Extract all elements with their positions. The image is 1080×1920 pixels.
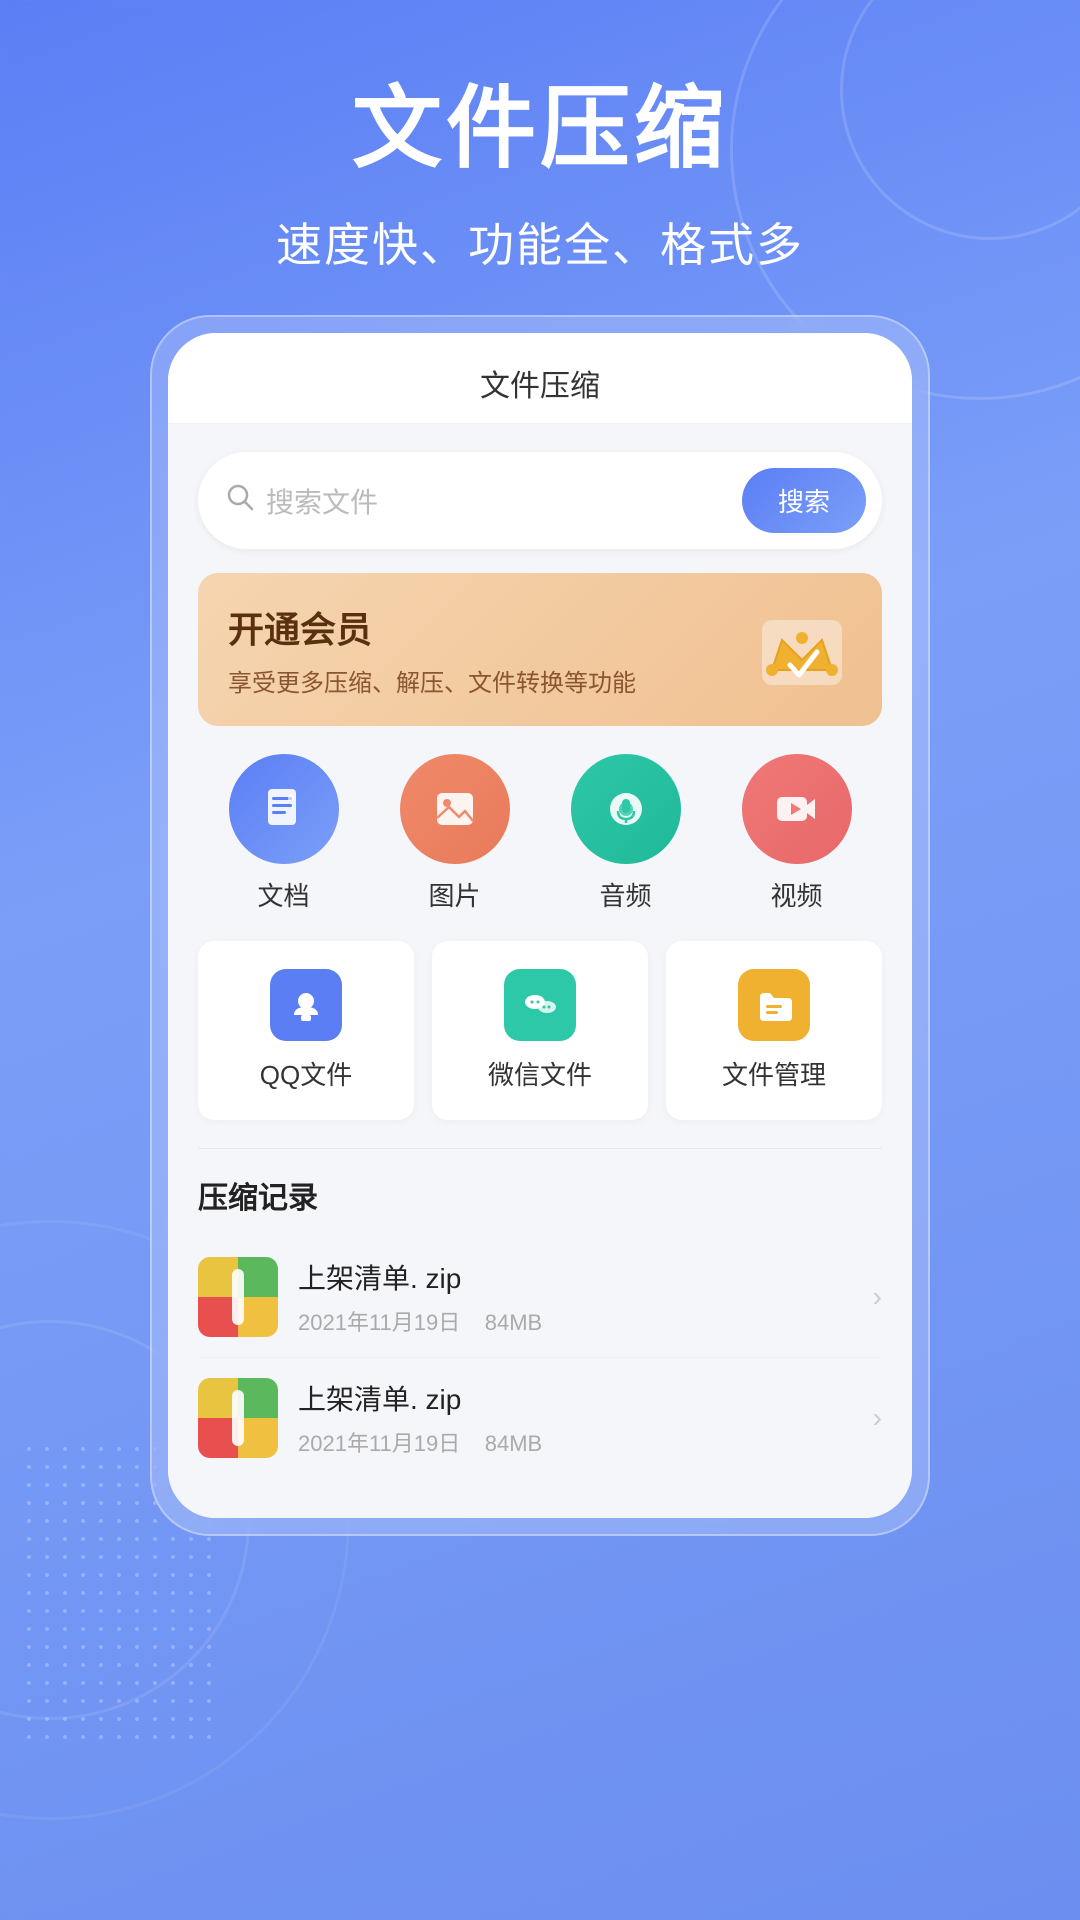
- category-label-img: 图片: [428, 876, 480, 913]
- zip-icon-2: [198, 1378, 278, 1458]
- records-title: 压缩记录: [198, 1173, 882, 1217]
- category-item-video[interactable]: 视频: [742, 754, 852, 913]
- zip-zipper: [232, 1390, 244, 1446]
- record-name-1: 上架清单. zip: [298, 1257, 873, 1297]
- quick-access-row: QQ文件 微信文件: [198, 941, 882, 1120]
- record-date-2: 2021年11月19日: [298, 1431, 460, 1456]
- record-meta-1: 2021年11月19日 84MB: [298, 1305, 873, 1337]
- category-icon-doc: [229, 754, 339, 864]
- zip-zipper: [232, 1269, 244, 1325]
- quick-item-files[interactable]: 文件管理: [666, 941, 882, 1120]
- search-placeholder-text: 搜索文件: [266, 481, 742, 521]
- record-item[interactable]: 上架清单. zip 2021年11月19日 84MB ›: [198, 1237, 882, 1358]
- category-label-doc: 文档: [257, 876, 309, 913]
- record-item[interactable]: 上架清单. zip 2021年11月19日 84MB ›: [198, 1358, 882, 1478]
- quick-icon-wechat: [504, 969, 576, 1041]
- category-row: 文档 图片: [198, 754, 882, 913]
- app-header-title: 文件压缩: [480, 370, 600, 403]
- category-item-img[interactable]: 图片: [400, 754, 510, 913]
- quick-label-wechat: 微信文件: [488, 1055, 592, 1092]
- record-size-2: 84MB: [485, 1431, 542, 1456]
- record-arrow-1: ›: [873, 1281, 882, 1313]
- category-item-doc[interactable]: 文档: [229, 754, 339, 913]
- vip-crown-icon: [752, 600, 852, 700]
- category-item-audio[interactable]: 音频: [571, 754, 681, 913]
- quick-label-files: 文件管理: [722, 1055, 826, 1092]
- record-arrow-2: ›: [873, 1402, 882, 1434]
- records-section: 压缩记录 上架清单: [198, 1173, 882, 1478]
- record-meta-2: 2021年11月19日 84MB: [298, 1426, 873, 1458]
- record-name-2: 上架清单. zip: [298, 1378, 873, 1418]
- search-bar[interactable]: 搜索文件 搜索: [198, 452, 882, 549]
- category-label-audio: 音频: [599, 876, 651, 913]
- quick-item-qq[interactable]: QQ文件: [198, 941, 414, 1120]
- zip-icon-1: [198, 1257, 278, 1337]
- category-icon-img: [400, 754, 510, 864]
- record-info-2: 上架清单. zip 2021年11月19日 84MB: [298, 1378, 873, 1458]
- app-content: 搜索文件 搜索 开通会员 享受更多压缩、解压、文件转换等功能: [168, 424, 912, 1518]
- record-date-1: 2021年11月19日: [298, 1310, 460, 1335]
- page-title: 文件压缩: [0, 80, 1080, 179]
- search-button[interactable]: 搜索: [742, 468, 866, 533]
- vip-banner[interactable]: 开通会员 享受更多压缩、解压、文件转换等功能: [198, 573, 882, 726]
- quick-label-qq: QQ文件: [260, 1055, 352, 1092]
- page-header: 文件压缩 速度快、功能全、格式多: [0, 0, 1080, 315]
- phone-inner: 文件压缩 搜索文件 搜索 开通会员 享受更多压缩、解压、文件转换等功能: [168, 333, 912, 1518]
- category-label-video: 视频: [770, 876, 822, 913]
- quick-item-wechat[interactable]: 微信文件: [432, 941, 648, 1120]
- record-info-1: 上架清单. zip 2021年11月19日 84MB: [298, 1257, 873, 1337]
- app-header-bar: 文件压缩: [168, 333, 912, 424]
- phone-mockup: 文件压缩 搜索文件 搜索 开通会员 享受更多压缩、解压、文件转换等功能: [150, 315, 930, 1536]
- quick-icon-qq: [270, 969, 342, 1041]
- page-subtitle: 速度快、功能全、格式多: [0, 209, 1080, 275]
- section-divider: [198, 1148, 882, 1149]
- category-icon-video: [742, 754, 852, 864]
- category-icon-audio: [571, 754, 681, 864]
- record-size-1: 84MB: [485, 1310, 542, 1335]
- quick-icon-files: [738, 969, 810, 1041]
- search-icon: [226, 483, 254, 518]
